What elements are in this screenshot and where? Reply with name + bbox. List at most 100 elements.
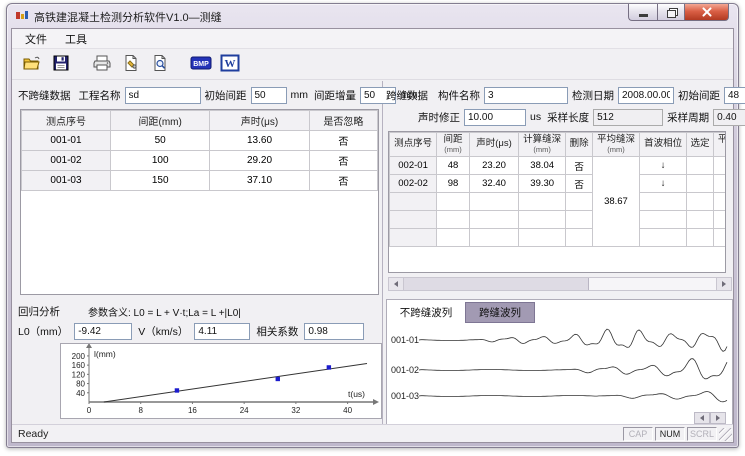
cell[interactable]: [469, 193, 518, 211]
cell[interactable]: 否: [566, 157, 593, 175]
close-button[interactable]: [685, 4, 729, 21]
cell[interactable]: 32.40: [469, 175, 518, 193]
cell[interactable]: [390, 193, 437, 211]
cell[interactable]: 98: [437, 175, 470, 193]
cell[interactable]: [519, 229, 566, 247]
cell[interactable]: [713, 193, 726, 211]
cell[interactable]: 001-01: [22, 131, 111, 151]
title-bar[interactable]: 高铁建混凝土检测分析软件V1.0—测缝: [7, 4, 738, 27]
cell[interactable]: 150: [111, 171, 210, 191]
regression-label-0: L0（mm）: [18, 324, 68, 339]
regression-input-2[interactable]: [304, 323, 364, 340]
cell[interactable]: 37.10: [210, 171, 309, 191]
cell[interactable]: [687, 193, 714, 211]
cell[interactable]: ↓: [640, 157, 687, 175]
vertical-splitter[interactable]: [382, 81, 383, 424]
cell[interactable]: 否: [309, 151, 377, 171]
cell[interactable]: 002-01: [390, 157, 437, 175]
svg-text:t(us): t(us): [348, 389, 365, 399]
cell[interactable]: [713, 211, 726, 229]
cell[interactable]: [640, 229, 687, 247]
panel-cross-data: 跨缝数据 构件名称检测日期初始间距mm 声时修正us采样长度采样周期us 测点序…: [386, 85, 734, 297]
menu-item-1[interactable]: 工具: [56, 29, 96, 49]
cell[interactable]: [390, 211, 437, 229]
cross-r2-input-2[interactable]: [713, 109, 745, 126]
resize-grip[interactable]: [719, 428, 732, 441]
cell[interactable]: 100: [111, 151, 210, 171]
cell[interactable]: 否: [309, 131, 377, 151]
cell[interactable]: [519, 211, 566, 229]
cell[interactable]: [687, 157, 714, 175]
cell[interactable]: 39.30: [519, 175, 566, 193]
column-header: 平均缝深(mm): [713, 133, 726, 157]
scrollbar-thumb[interactable]: [404, 278, 589, 290]
cell[interactable]: [687, 175, 714, 193]
cell[interactable]: [713, 157, 726, 175]
scroll-right-button[interactable]: [716, 278, 731, 290]
cell[interactable]: 002-02: [390, 175, 437, 193]
cell[interactable]: 否: [309, 171, 377, 191]
cell[interactable]: 否: [566, 175, 593, 193]
cell[interactable]: [437, 229, 470, 247]
average-depth-cell[interactable]: 38.67: [592, 157, 639, 247]
cell[interactable]: [469, 229, 518, 247]
cross-r2-input-1[interactable]: [593, 109, 663, 126]
regression-input-1[interactable]: [194, 323, 250, 340]
tab-wave-0[interactable]: 不跨缝波列: [391, 302, 461, 323]
menu-item-0[interactable]: 文件: [16, 29, 56, 49]
cell[interactable]: [519, 193, 566, 211]
cell[interactable]: 50: [111, 131, 210, 151]
cross-r1-input-1[interactable]: [618, 87, 674, 104]
restore-icon: [667, 8, 676, 16]
cross-table-hscrollbar[interactable]: [388, 277, 732, 291]
cell[interactable]: 38.04: [519, 157, 566, 175]
regression-input-0[interactable]: [74, 323, 132, 340]
minimize-button[interactable]: [628, 4, 657, 21]
cell[interactable]: [437, 211, 470, 229]
cell[interactable]: [687, 211, 714, 229]
toolbar-export-bmp-button[interactable]: BMP: [187, 52, 214, 77]
tab-wave-1[interactable]: 跨缝波列: [465, 302, 535, 323]
toolbar-open-button[interactable]: [18, 52, 45, 77]
cell[interactable]: 001-02: [22, 151, 111, 171]
minimize-icon: [639, 14, 648, 17]
cell[interactable]: 23.20: [469, 157, 518, 175]
cross-r1-input-2[interactable]: [724, 87, 745, 104]
cross-r1-input-0[interactable]: [484, 87, 568, 104]
cell[interactable]: 13.60: [210, 131, 309, 151]
cell[interactable]: 48: [437, 157, 470, 175]
cell[interactable]: [640, 211, 687, 229]
toolbar-export-word-button[interactable]: W: [216, 52, 243, 77]
cell[interactable]: [390, 229, 437, 247]
cell[interactable]: [566, 193, 593, 211]
column-header: 选定: [687, 133, 714, 157]
app-icon: [16, 10, 29, 21]
toolbar-print-setup-button[interactable]: [117, 52, 144, 77]
cell[interactable]: ↓: [640, 175, 687, 193]
cross-table: 测点序号间距(mm)声时(μs)计算缝深(mm)删除平均缝深(mm)首波相位选定…: [389, 132, 726, 247]
cross-r2-input-0[interactable]: [464, 109, 526, 126]
cell[interactable]: [687, 229, 714, 247]
nocross-input-0[interactable]: [125, 87, 201, 104]
table-row: [390, 211, 727, 229]
wave-box: 001-01001-02001-03: [389, 324, 730, 426]
cell[interactable]: [566, 211, 593, 229]
toolbar-print-preview-button[interactable]: [146, 52, 173, 77]
cell[interactable]: [640, 193, 687, 211]
cell[interactable]: [469, 211, 518, 229]
cross-r2-label-0: 声时修正: [418, 110, 460, 125]
cell[interactable]: 29.20: [210, 151, 309, 171]
wave-scroll-right-button[interactable]: [710, 412, 726, 424]
restore-button[interactable]: [657, 4, 685, 21]
nocross-input-1[interactable]: [251, 87, 287, 104]
cell[interactable]: [713, 175, 726, 193]
cell[interactable]: [437, 193, 470, 211]
toolbar-save-button[interactable]: [47, 52, 74, 77]
cell[interactable]: [566, 229, 593, 247]
toolbar-print-button[interactable]: [88, 52, 115, 77]
scroll-left-button[interactable]: [389, 278, 404, 290]
table-row: 001-0210029.20否: [22, 151, 378, 171]
cell[interactable]: 001-03: [22, 171, 111, 191]
cell[interactable]: [713, 229, 726, 247]
wave-scroll-left-button[interactable]: [694, 412, 710, 424]
